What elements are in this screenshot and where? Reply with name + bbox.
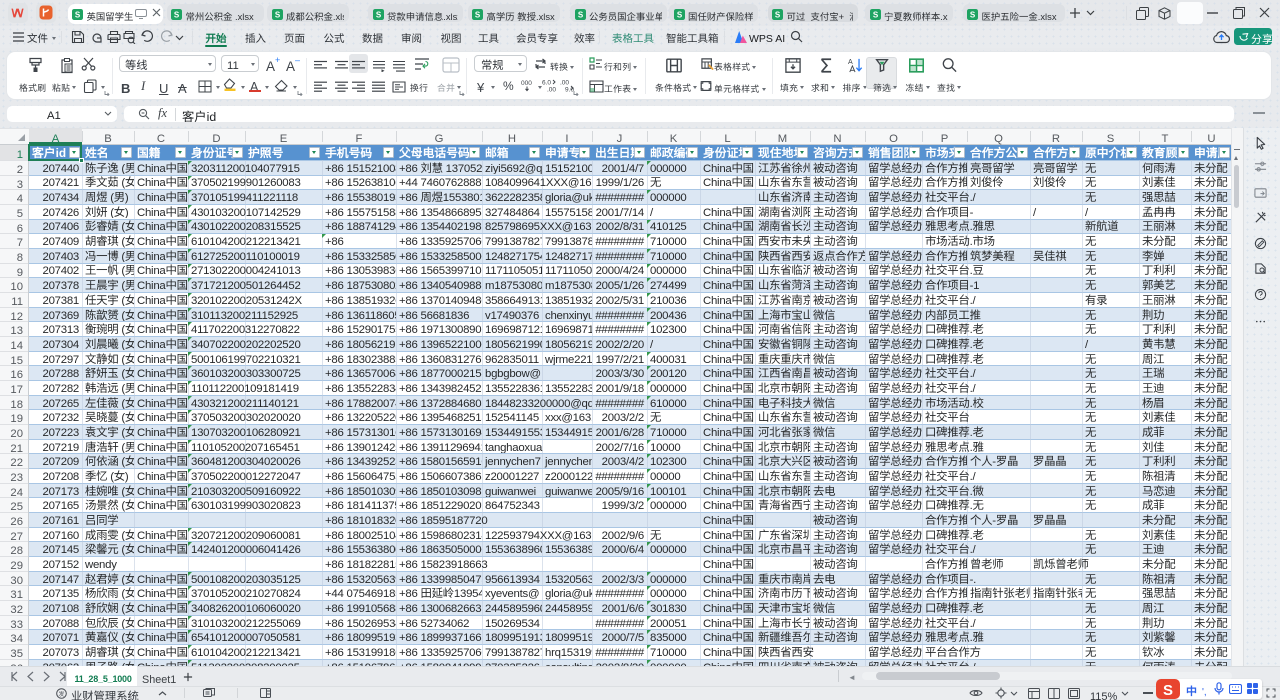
svg-text:S: S <box>75 10 81 19</box>
svg-text:.00: .00 <box>547 84 556 93</box>
svg-text:S: S <box>970 10 976 19</box>
svg-text:S: S <box>274 10 280 19</box>
svg-text:S: S <box>872 10 878 19</box>
svg-text:S: S <box>577 10 583 19</box>
svg-text:发: 发 <box>58 689 64 698</box>
svg-text:S: S <box>775 10 781 19</box>
svg-text:000: 000 <box>521 78 532 87</box>
svg-text:S: S <box>676 10 682 19</box>
svg-text:S: S <box>475 10 481 19</box>
svg-text:S: S <box>1163 682 1173 699</box>
svg-text:S: S <box>174 10 180 19</box>
svg-text:S: S <box>375 10 381 19</box>
